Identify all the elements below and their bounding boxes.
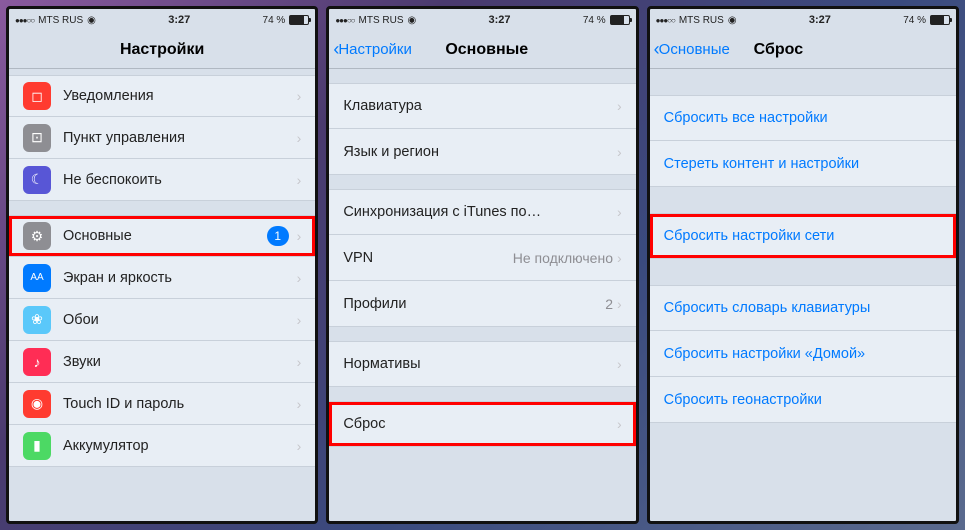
battery-icon xyxy=(610,15,630,25)
clock: 3:27 xyxy=(809,14,831,26)
chevron-right-icon: › xyxy=(617,296,622,312)
carrier: MTS RUS xyxy=(359,15,404,26)
signal-dots: ●●●○○ xyxy=(335,16,354,25)
settings-list[interactable]: ◻ Уведомления › ⊡ Пункт управления › ☾ Н… xyxy=(9,69,315,521)
display-icon: AA xyxy=(23,264,51,292)
nav-bar: ‹ Основные Сброс xyxy=(650,31,956,69)
battery-pct: 74 % xyxy=(263,15,286,26)
row-notifications[interactable]: ◻ Уведомления › xyxy=(9,75,315,117)
chevron-right-icon: › xyxy=(297,354,302,370)
back-button[interactable]: ‹ Настройки xyxy=(333,39,412,60)
battery-pct: 74 % xyxy=(583,15,606,26)
row-display[interactable]: AA Экран и яркость › xyxy=(9,257,315,299)
chevron-right-icon: › xyxy=(617,356,622,372)
signal-dots: ●●●○○ xyxy=(656,16,675,25)
row-battery[interactable]: ▮ Аккумулятор › xyxy=(9,425,315,467)
row-control-center[interactable]: ⊡ Пункт управления › xyxy=(9,117,315,159)
sounds-icon: ♪ xyxy=(23,348,51,376)
chevron-right-icon: › xyxy=(617,98,622,114)
nav-bar: ‹ Настройки Основные xyxy=(329,31,635,69)
status-bar: ●●●○○ MTS RUS ◉ 3:27 74 % xyxy=(650,9,956,31)
wifi-icon: ◉ xyxy=(728,15,737,26)
touchid-icon: ◉ xyxy=(23,390,51,418)
chevron-right-icon: › xyxy=(297,228,302,244)
row-reset-all[interactable]: Сбросить все настройки xyxy=(650,95,956,141)
row-reset-home[interactable]: Сбросить настройки «Домой» xyxy=(650,331,956,377)
row-profiles[interactable]: Профили 2 › xyxy=(329,281,635,327)
row-reset-network[interactable]: Сбросить настройки сети xyxy=(650,213,956,259)
wifi-icon: ◉ xyxy=(87,15,96,26)
wallpaper-icon: ❀ xyxy=(23,306,51,334)
chevron-right-icon: › xyxy=(297,88,302,104)
page-title: Основные xyxy=(445,41,528,59)
page-title: Сброс xyxy=(754,41,803,59)
nav-bar: Настройки xyxy=(9,31,315,69)
carrier: MTS RUS xyxy=(38,15,83,26)
dnd-icon: ☾ xyxy=(23,166,51,194)
row-vpn[interactable]: VPN Не подключено › xyxy=(329,235,635,281)
row-sounds[interactable]: ♪ Звуки › xyxy=(9,341,315,383)
row-reset-keyboard-dict[interactable]: Сбросить словарь клавиатуры xyxy=(650,285,956,331)
row-reset-location[interactable]: Сбросить геонастройки xyxy=(650,377,956,423)
row-regulatory[interactable]: Нормативы › xyxy=(329,341,635,387)
chevron-right-icon: › xyxy=(297,438,302,454)
chevron-right-icon: › xyxy=(297,312,302,328)
notifications-icon: ◻ xyxy=(23,82,51,110)
battery-icon xyxy=(930,15,950,25)
chevron-right-icon: › xyxy=(617,204,622,220)
wifi-icon: ◉ xyxy=(408,15,417,26)
row-wallpaper[interactable]: ❀ Обои › xyxy=(9,299,315,341)
status-bar: ●●●○○ MTS RUS ◉ 3:27 74 % xyxy=(329,9,635,31)
reset-list[interactable]: Сбросить все настройки Стереть контент и… xyxy=(650,69,956,521)
chevron-right-icon: › xyxy=(297,270,302,286)
phone-settings: ●●●○○ MTS RUS ◉ 3:27 74 % Настройки ◻ Ув… xyxy=(6,6,318,524)
battery-icon xyxy=(289,15,309,25)
page-title: Настройки xyxy=(120,41,204,59)
carrier: MTS RUS xyxy=(679,15,724,26)
signal-dots: ●●●○○ xyxy=(15,16,34,25)
chevron-right-icon: › xyxy=(297,172,302,188)
row-touchid[interactable]: ◉ Touch ID и пароль › xyxy=(9,383,315,425)
back-button[interactable]: ‹ Основные xyxy=(654,39,730,60)
status-bar: ●●●○○ MTS RUS ◉ 3:27 74 % xyxy=(9,9,315,31)
battery-setting-icon: ▮ xyxy=(23,432,51,460)
row-dnd[interactable]: ☾ Не беспокоить › xyxy=(9,159,315,201)
chevron-right-icon: › xyxy=(297,130,302,146)
phone-reset: ●●●○○ MTS RUS ◉ 3:27 74 % ‹ Основные Сбр… xyxy=(647,6,959,524)
row-language[interactable]: Язык и регион › xyxy=(329,129,635,175)
row-keyboard[interactable]: Клавиатура › xyxy=(329,83,635,129)
clock: 3:27 xyxy=(168,14,190,26)
battery-pct: 74 % xyxy=(903,15,926,26)
row-erase-all[interactable]: Стереть контент и настройки xyxy=(650,141,956,187)
row-general[interactable]: ⚙ Основные 1 › xyxy=(9,215,315,257)
badge: 1 xyxy=(267,226,289,246)
chevron-right-icon: › xyxy=(297,396,302,412)
row-reset[interactable]: Сброс › xyxy=(329,401,635,447)
chevron-right-icon: › xyxy=(617,416,622,432)
row-itunes-sync[interactable]: Синхронизация с iTunes по… › xyxy=(329,189,635,235)
phone-general: ●●●○○ MTS RUS ◉ 3:27 74 % ‹ Настройки Ос… xyxy=(326,6,638,524)
clock: 3:27 xyxy=(489,14,511,26)
chevron-right-icon: › xyxy=(617,250,622,266)
control-center-icon: ⊡ xyxy=(23,124,51,152)
general-list[interactable]: Клавиатура › Язык и регион › Синхронизац… xyxy=(329,69,635,521)
chevron-right-icon: › xyxy=(617,144,622,160)
general-icon: ⚙ xyxy=(23,222,51,250)
